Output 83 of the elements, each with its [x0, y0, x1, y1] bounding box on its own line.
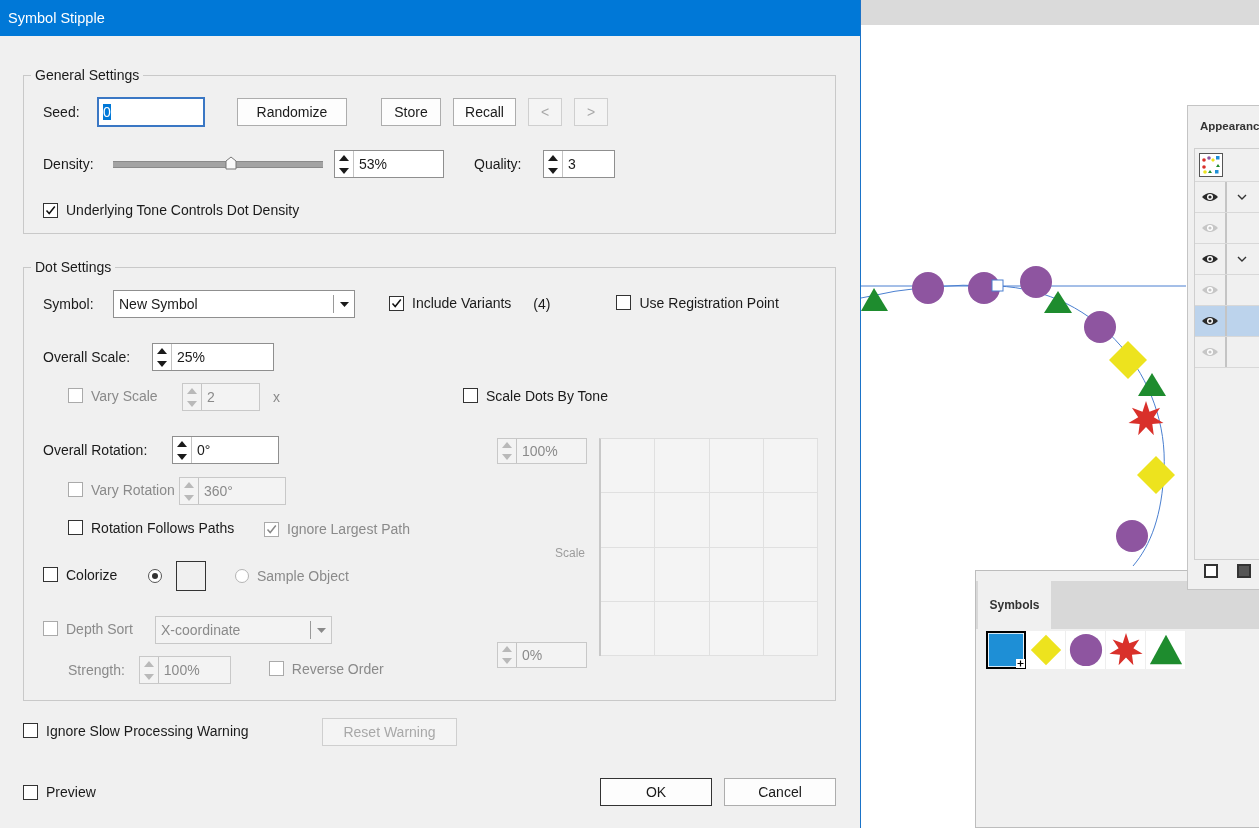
- checkbox[interactable]: [68, 520, 83, 536]
- checkbox[interactable]: [23, 723, 38, 739]
- checkbox-label: Ignore Slow Processing Warning: [46, 722, 249, 739]
- diamond-symbol: [1137, 456, 1175, 494]
- checkbox-label: Use Registration Point: [639, 294, 779, 311]
- variant-count: (4): [533, 296, 551, 312]
- dialog-button[interactable]: OK: [600, 778, 712, 806]
- checkbox[interactable]: [43, 202, 58, 218]
- triangle-symbol: [861, 288, 888, 311]
- checkbox-label: Reverse Order: [291, 660, 384, 677]
- up-arrow-icon[interactable]: [339, 154, 349, 161]
- dialog-button[interactable]: Store: [381, 98, 441, 126]
- checkbox-label: Ignore Largest Path: [287, 521, 410, 537]
- checkbox[interactable]: [23, 784, 38, 800]
- field-label: Overall Scale:: [43, 349, 132, 365]
- checkbox[interactable]: [43, 567, 58, 583]
- up-arrow-icon[interactable]: [177, 440, 187, 447]
- number-field[interactable]: 0°: [172, 436, 279, 464]
- checkbox-label: Vary Rotation: [91, 481, 175, 498]
- checkbox-label: Underlying Tone Controls Dot Density: [66, 202, 300, 218]
- square-outline-icon[interactable]: [1204, 564, 1218, 578]
- checkbox[interactable]: [616, 295, 632, 311]
- radio-label: Sample Object: [257, 568, 349, 584]
- eye-icon[interactable]: [1201, 191, 1219, 203]
- panel-title: Appearanc: [1200, 120, 1259, 132]
- appearance-row[interactable]: [1195, 306, 1259, 337]
- circle-symbol: [1084, 311, 1116, 343]
- field-label: Seed:: [43, 104, 81, 120]
- appearance-row[interactable]: [1195, 182, 1259, 213]
- dialog-button[interactable]: Recall: [453, 98, 516, 126]
- field-label: Quality:: [474, 156, 523, 172]
- radio-button[interactable]: [148, 569, 162, 583]
- down-arrow-icon[interactable]: [177, 453, 187, 460]
- circle-symbol: [1116, 520, 1148, 552]
- down-arrow-icon[interactable]: [548, 167, 558, 174]
- checkbox-label: Include Variants: [412, 295, 512, 312]
- triangle-symbol: [1044, 291, 1072, 313]
- diamond-symbol: [1109, 341, 1147, 379]
- dropdown[interactable]: New Symbol: [113, 290, 355, 318]
- dialog-button[interactable]: Randomize: [237, 98, 347, 126]
- circle-symbol: [1020, 266, 1052, 298]
- unit-label: x: [273, 389, 280, 405]
- star-symbol: [1128, 401, 1164, 436]
- circle-symbol: [912, 272, 944, 304]
- eye-icon[interactable]: [1201, 315, 1219, 327]
- section-title: General Settings: [31, 66, 144, 84]
- anchor-point[interactable]: [991, 279, 1004, 292]
- checkbox-label: Scale Dots By Tone: [486, 387, 608, 404]
- chevron-icon[interactable]: [1237, 194, 1247, 200]
- up-arrow-icon[interactable]: [157, 347, 167, 354]
- color-swatch[interactable]: [176, 561, 206, 591]
- triangle-symbol: [1138, 373, 1166, 396]
- slider-handle[interactable]: [224, 156, 237, 170]
- section-title: Dot Settings: [31, 258, 116, 276]
- caret-icon: [339, 301, 349, 307]
- axis-label: Scale: [554, 546, 585, 560]
- seed-field[interactable]: 0: [97, 97, 205, 127]
- number-field[interactable]: 53%: [334, 150, 444, 178]
- checkbox[interactable]: [463, 388, 478, 404]
- checkbox[interactable]: [389, 295, 404, 311]
- field-label: Overall Rotation:: [43, 442, 149, 458]
- up-arrow-icon[interactable]: [548, 154, 558, 161]
- checkbox-label: Vary Scale: [91, 387, 158, 404]
- down-arrow-icon[interactable]: [157, 360, 167, 367]
- checkbox-label: Preview: [46, 784, 96, 800]
- window-title: Symbol Stipple: [8, 10, 105, 26]
- panel-tab[interactable]: Symbols: [978, 581, 1051, 629]
- number-field[interactable]: 3: [543, 150, 615, 178]
- number-field[interactable]: 25%: [152, 343, 274, 371]
- checkbox-label: Rotation Follows Paths: [91, 519, 235, 536]
- checkbox-label: Colorize: [66, 566, 118, 583]
- chevron-icon[interactable]: [1237, 256, 1247, 262]
- field-label: Density:: [43, 156, 95, 172]
- eye-icon[interactable]: [1201, 253, 1219, 265]
- dialog-button[interactable]: Cancel: [724, 778, 836, 806]
- caret-icon: [316, 627, 326, 633]
- plus-icon: [1016, 659, 1025, 668]
- down-arrow-icon[interactable]: [339, 167, 349, 174]
- checkbox-label: Depth Sort: [66, 620, 133, 637]
- field-label: Strength:: [68, 662, 125, 678]
- appearance-row[interactable]: [1195, 244, 1259, 275]
- field-label: Symbol:: [43, 296, 95, 312]
- stipple-thumbnail-icon: [1199, 153, 1223, 177]
